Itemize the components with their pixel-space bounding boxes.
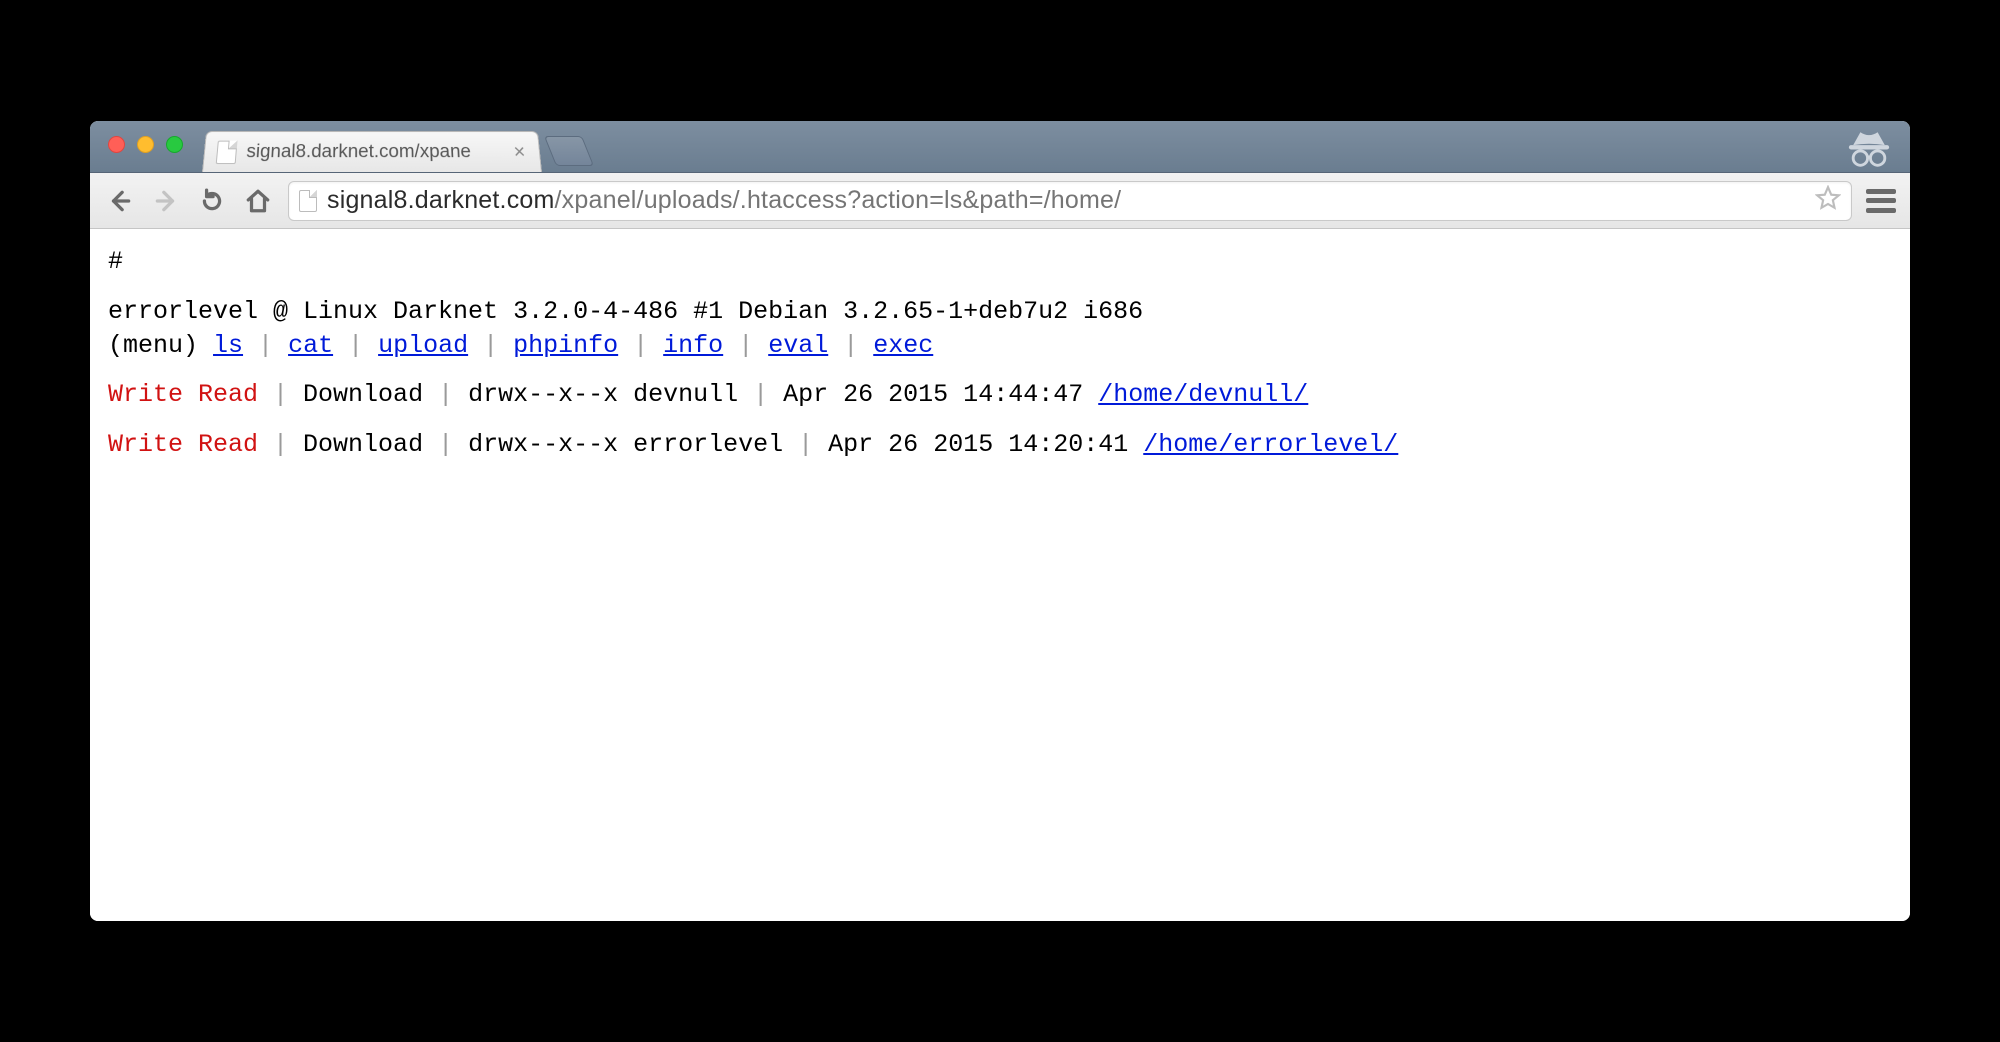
- permissions-text: Write Read: [108, 430, 258, 459]
- menu-link-upload[interactable]: upload: [378, 331, 468, 360]
- home-button[interactable]: [242, 185, 274, 217]
- separator: |: [738, 380, 783, 409]
- separator: |: [258, 380, 303, 409]
- window-zoom-button[interactable]: [166, 136, 183, 153]
- separator: |: [828, 331, 873, 360]
- back-button[interactable]: [104, 185, 136, 217]
- window-controls: [108, 136, 183, 153]
- separator: |: [468, 331, 513, 360]
- system-info-line: errorlevel @ Linux Darknet 3.2.0-4-486 #…: [108, 295, 1892, 329]
- browser-tab[interactable]: signal8.darknet.com/xpane ×: [202, 131, 542, 172]
- menu-link-info[interactable]: info: [663, 331, 723, 360]
- file-icon: [216, 140, 238, 163]
- menu-button[interactable]: [1866, 189, 1896, 213]
- menu-link-ls[interactable]: ls: [213, 331, 243, 360]
- window-minimize-button[interactable]: [137, 136, 154, 153]
- menu-label: (menu): [108, 331, 198, 360]
- reload-button[interactable]: [196, 185, 228, 217]
- menu-link-eval[interactable]: eval: [768, 331, 828, 360]
- tab-close-button[interactable]: ×: [513, 142, 526, 161]
- separator: |: [258, 430, 303, 459]
- menu-link-phpinfo[interactable]: phpinfo: [513, 331, 618, 360]
- separator: |: [423, 380, 468, 409]
- mode-owner: drwx--x--x errorlevel: [468, 430, 783, 459]
- listing-row: Write Read | Download | drwx--x--x error…: [108, 428, 1892, 462]
- permissions-text: Write Read: [108, 380, 258, 409]
- download-text: Download: [303, 380, 423, 409]
- path-link[interactable]: /home/errorlevel/: [1143, 430, 1398, 459]
- new-tab-button[interactable]: [544, 136, 594, 166]
- separator: |: [723, 331, 768, 360]
- menu-link-cat[interactable]: cat: [288, 331, 333, 360]
- forward-button[interactable]: [150, 185, 182, 217]
- url-text: signal8.darknet.com/xpanel/uploads/.htac…: [327, 186, 1121, 215]
- menu-line: (menu) ls | cat | upload | phpinfo | inf…: [108, 329, 1892, 363]
- listing-row: Write Read | Download | drwx--x--x devnu…: [108, 378, 1892, 412]
- menu-link-exec[interactable]: exec: [873, 331, 933, 360]
- separator: |: [423, 430, 468, 459]
- separator: |: [783, 430, 828, 459]
- path-link[interactable]: /home/devnull/: [1098, 380, 1308, 409]
- separator: |: [243, 331, 288, 360]
- tab-strip: signal8.darknet.com/xpane ×: [90, 121, 1910, 173]
- url-path: /xpanel/uploads/.htaccess?action=ls&path…: [555, 186, 1122, 214]
- download-text: Download: [303, 430, 423, 459]
- browser-window: signal8.darknet.com/xpane ×: [90, 121, 1910, 921]
- separator: |: [333, 331, 378, 360]
- browser-toolbar: signal8.darknet.com/xpanel/uploads/.htac…: [90, 173, 1910, 229]
- mode-owner: drwx--x--x devnull: [468, 380, 738, 409]
- incognito-icon: [1846, 127, 1892, 174]
- page-icon: [299, 190, 317, 212]
- tab-title: signal8.darknet.com/xpane: [246, 141, 472, 162]
- mtime: Apr 26 2015 14:44:47: [783, 380, 1083, 409]
- window-close-button[interactable]: [108, 136, 125, 153]
- separator: |: [618, 331, 663, 360]
- shebang-line: #: [108, 245, 1892, 279]
- mtime: Apr 26 2015 14:20:41: [828, 430, 1128, 459]
- url-host: signal8.darknet.com: [327, 186, 555, 214]
- bookmark-star-icon[interactable]: [1815, 185, 1841, 216]
- address-bar[interactable]: signal8.darknet.com/xpanel/uploads/.htac…: [288, 181, 1852, 221]
- page-content: # errorlevel @ Linux Darknet 3.2.0-4-486…: [90, 229, 1910, 921]
